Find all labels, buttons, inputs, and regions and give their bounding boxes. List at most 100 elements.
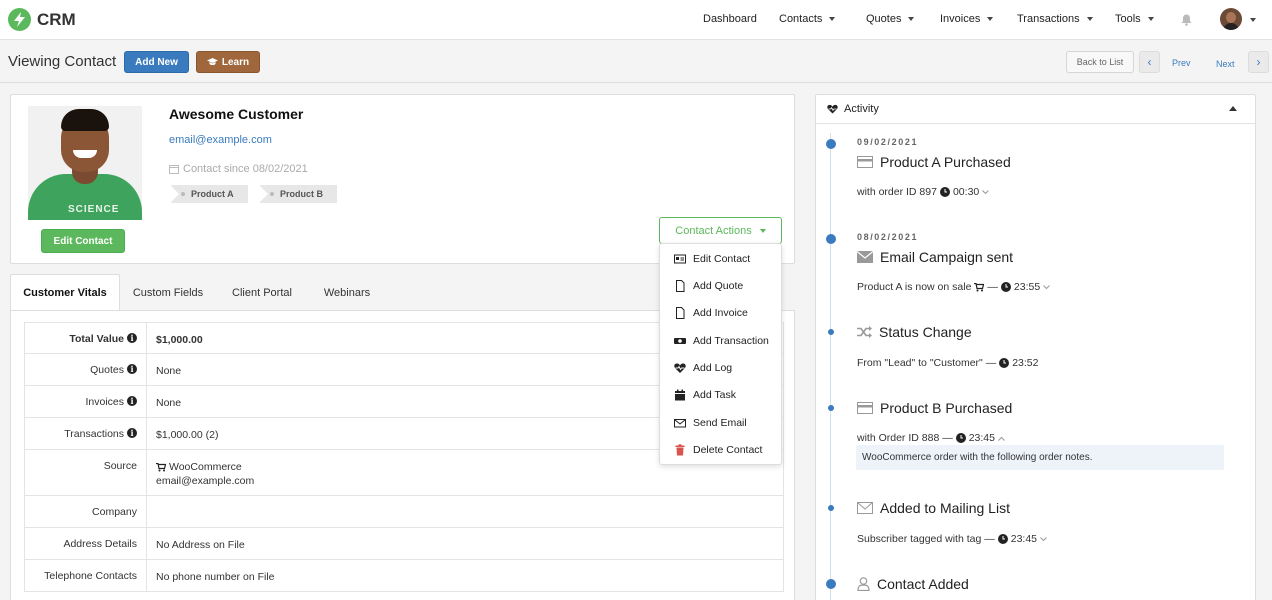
- crm-logo-icon[interactable]: [8, 8, 31, 31]
- info-icon[interactable]: i: [127, 364, 137, 374]
- menu-item-label: Add Quote: [693, 280, 744, 292]
- envelope-icon: [674, 419, 686, 428]
- tab-label: Client Portal: [232, 286, 292, 299]
- menu-item-label: Edit Contact: [693, 253, 751, 265]
- add-new-button[interactable]: Add New: [124, 51, 189, 73]
- envelope-icon: [857, 502, 873, 514]
- event-detail: with Order ID 888 — 23:45: [857, 432, 1005, 444]
- chevron-down-icon: [1086, 17, 1093, 21]
- event-detail-text: From "Lead" to "Customer" —: [857, 357, 997, 369]
- chevron-down-icon: [987, 17, 994, 21]
- chevron-down-icon[interactable]: [1040, 536, 1047, 542]
- clock-icon: [1000, 282, 1011, 292]
- back-to-list-button[interactable]: Back to List: [1066, 51, 1134, 73]
- event-title-text: Status Change: [879, 324, 972, 340]
- page-header: Viewing Contact Add New Learn Back to Li…: [0, 41, 1272, 83]
- next-link[interactable]: Next: [1216, 59, 1235, 69]
- menu-item-add-transaction[interactable]: Add Transaction: [660, 327, 781, 354]
- chevron-down-icon[interactable]: [1250, 18, 1256, 22]
- learn-button[interactable]: Learn: [196, 51, 260, 73]
- timeline-dot: [826, 579, 836, 589]
- edit-contact-button[interactable]: Edit Contact: [41, 229, 125, 253]
- vital-label-text: Invoices: [85, 396, 124, 408]
- event-detail: Subscriber tagged with tag — 23:45: [857, 533, 1047, 545]
- info-icon[interactable]: i: [127, 428, 137, 438]
- prev-link[interactable]: Prev: [1172, 58, 1191, 68]
- vital-value: None: [156, 365, 182, 377]
- nav-tools[interactable]: Tools: [1115, 13, 1154, 25]
- tab-custom-fields[interactable]: Custom Fields: [122, 274, 214, 311]
- event-title: Contact Added: [857, 576, 969, 592]
- nav-contacts[interactable]: Contacts: [779, 13, 836, 25]
- event-title-text: Product B Purchased: [880, 400, 1013, 416]
- menu-item-add-quote[interactable]: Add Quote: [660, 272, 781, 299]
- nav-invoices[interactable]: Invoices: [940, 13, 994, 25]
- menu-item-send-email[interactable]: Send Email: [660, 409, 781, 436]
- file-icon: [676, 307, 685, 319]
- learn-label: Learn: [221, 56, 250, 68]
- contact-email-link[interactable]: email@example.com: [169, 134, 272, 146]
- menu-item-add-invoice[interactable]: Add Invoice: [660, 299, 781, 326]
- timeline-dot: [828, 505, 834, 511]
- menu-item-label: Delete Contact: [693, 444, 763, 456]
- tag-product-a[interactable]: Product A: [170, 185, 248, 203]
- clock-icon: [939, 187, 950, 197]
- event-title: Status Change: [857, 324, 972, 340]
- cart-icon: [156, 462, 166, 471]
- user-avatar[interactable]: [1220, 8, 1242, 30]
- tab-client-portal[interactable]: Client Portal: [218, 274, 306, 311]
- nav-dashboard[interactable]: Dashboard: [703, 13, 757, 25]
- bell-icon[interactable]: [1181, 14, 1192, 26]
- nav-transactions-label: Transactions: [1017, 13, 1080, 25]
- timeline-line: [830, 133, 831, 600]
- contact-actions-button[interactable]: Contact Actions: [659, 217, 782, 244]
- timeline-dot: [828, 405, 834, 411]
- event-detail-text: with order ID 897: [857, 186, 937, 198]
- collapse-caret-icon[interactable]: [1229, 106, 1237, 111]
- nav-contacts-label: Contacts: [779, 13, 823, 25]
- vital-label-text: Source: [103, 460, 137, 472]
- chevron-down-icon: [908, 17, 915, 21]
- event-title: Product B Purchased: [857, 400, 1012, 416]
- random-icon: [857, 326, 872, 338]
- vital-label-text: Quotes: [90, 364, 124, 376]
- menu-item-add-task[interactable]: Add Task: [660, 381, 781, 408]
- nav-quotes[interactable]: Quotes: [866, 13, 915, 25]
- clock-icon: [999, 358, 1010, 368]
- event-detail-text: Subscriber tagged with tag —: [857, 533, 995, 545]
- menu-item-delete-contact[interactable]: Delete Contact: [660, 436, 781, 463]
- tag-label: Product B: [280, 189, 324, 199]
- menu-item-edit-contact[interactable]: Edit Contact: [660, 245, 781, 272]
- menu-item-label: Add Invoice: [693, 307, 748, 319]
- vital-label-text: Transactions: [64, 428, 124, 440]
- chevron-up-icon[interactable]: [998, 436, 1005, 441]
- top-navbar: CRM Dashboard Contacts Quotes Invoices T…: [0, 0, 1272, 40]
- nav-transactions[interactable]: Transactions: [1017, 13, 1093, 25]
- add-new-label: Add New: [135, 56, 178, 68]
- vital-label-text: Total Value: [69, 333, 124, 345]
- tag-product-b[interactable]: Product B: [258, 185, 338, 203]
- chevron-down-icon[interactable]: [982, 189, 990, 195]
- vital-label: Transactions i: [25, 418, 147, 449]
- chevron-down-icon[interactable]: [1043, 284, 1051, 290]
- menu-item-label: Add Log: [693, 362, 733, 374]
- info-icon[interactable]: i: [127, 396, 137, 406]
- event-title-text: Email Campaign sent: [880, 249, 1014, 265]
- activity-panel: Activity 09/02/2021 Product A Purchased …: [815, 94, 1256, 600]
- next-arrow-button[interactable]: ›: [1248, 51, 1269, 73]
- heartbeat-icon: [674, 363, 686, 373]
- tab-webinars[interactable]: Webinars: [310, 274, 384, 311]
- prev-arrow-button[interactable]: ‹: [1139, 51, 1160, 73]
- info-icon[interactable]: i: [127, 333, 137, 343]
- menu-item-add-log[interactable]: Add Log: [660, 354, 781, 381]
- event-detail-text: Product A is now on sale: [857, 281, 972, 293]
- id-card-icon: [674, 254, 686, 264]
- event-title: Added to Mailing List: [857, 500, 1010, 516]
- app-name[interactable]: CRM: [37, 10, 76, 30]
- source-email: email@example.com: [156, 475, 255, 487]
- event-title: Email Campaign sent: [857, 249, 1013, 265]
- contact-profile-card: SCIENCE Edit Contact Awesome Customer em…: [10, 94, 795, 264]
- envelope-icon: [857, 251, 873, 263]
- tab-customer-vitals[interactable]: Customer Vitals: [10, 274, 120, 311]
- calendar-icon: [675, 389, 685, 401]
